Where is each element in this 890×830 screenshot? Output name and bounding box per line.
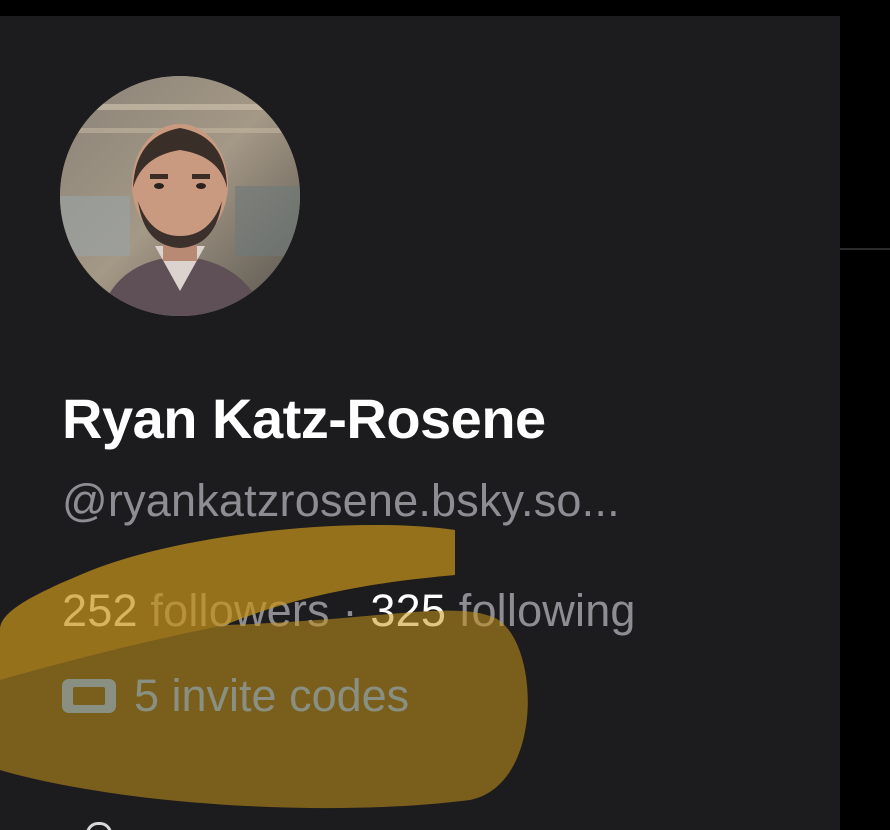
invite-codes-label: 5 invite codes <box>134 670 410 721</box>
following-link[interactable]: 325 following <box>370 585 635 636</box>
avatar[interactable] <box>60 76 300 316</box>
ticket-icon <box>62 679 116 713</box>
followers-link[interactable]: 252 followers <box>62 585 330 636</box>
stats-separator: · <box>329 585 371 636</box>
following-label: following <box>446 585 636 636</box>
background-panel <box>840 0 890 248</box>
invite-codes-button[interactable]: 5 invite codes <box>62 670 409 722</box>
profile-display-name: Ryan Katz-Rosene <box>62 387 546 450</box>
followers-label: followers <box>137 585 330 636</box>
followers-count: 252 <box>62 585 138 636</box>
profile-handle: @ryankatzrosene.bsky.so... <box>62 475 620 526</box>
app-screen: Ryan Katz-Rosene @ryankatzrosene.bsky.so… <box>0 0 890 830</box>
following-count: 325 <box>370 585 447 636</box>
divider <box>840 248 890 250</box>
follow-stats: 252 followers · 325 following <box>62 585 636 637</box>
